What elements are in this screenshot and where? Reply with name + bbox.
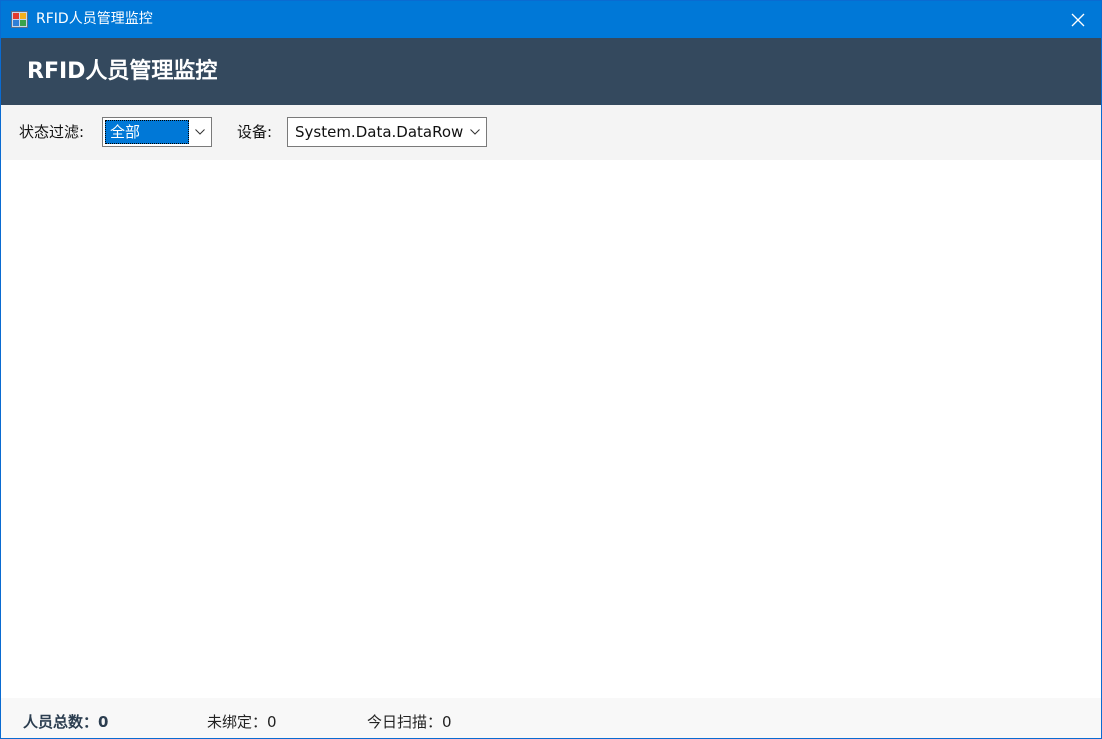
personnel-list-area[interactable] [1, 160, 1101, 698]
header-banner: RFID人员管理监控 [1, 38, 1101, 105]
chevron-down-icon [470, 129, 480, 135]
status-filter-select[interactable]: 全部 [102, 117, 212, 147]
device-filter-dropdown[interactable] [464, 118, 486, 146]
app-icon [11, 11, 28, 28]
device-filter-select[interactable]: System.Data.DataRow [287, 117, 487, 147]
status-filter-dropdown[interactable] [189, 118, 211, 146]
window-title: RFID人员管理监控 [36, 11, 153, 27]
chevron-down-icon [195, 129, 205, 135]
app-window: RFID人员管理监控 RFID人员管理监控 状态过滤: 全部 设备: Syste… [0, 0, 1102, 739]
total-personnel-count: 人员总数：0 [23, 713, 109, 731]
close-button[interactable] [1055, 1, 1101, 38]
status-bar: 人员总数：0 未绑定：0 今日扫描：0 [1, 698, 1101, 738]
status-filter-value: 全部 [105, 120, 189, 144]
unbound-count: 未绑定：0 [207, 713, 277, 731]
filter-bar: 状态过滤: 全部 设备: System.Data.DataRow [1, 105, 1101, 160]
today-scan-count: 今日扫描：0 [367, 713, 452, 731]
close-icon [1071, 13, 1085, 26]
device-filter-label: 设备: [237, 123, 273, 141]
page-title: RFID人员管理监控 [27, 59, 218, 84]
status-filter-label: 状态过滤: [19, 123, 85, 141]
device-filter-value: System.Data.DataRow [295, 123, 463, 141]
title-bar[interactable]: RFID人员管理监控 [1, 1, 1101, 38]
